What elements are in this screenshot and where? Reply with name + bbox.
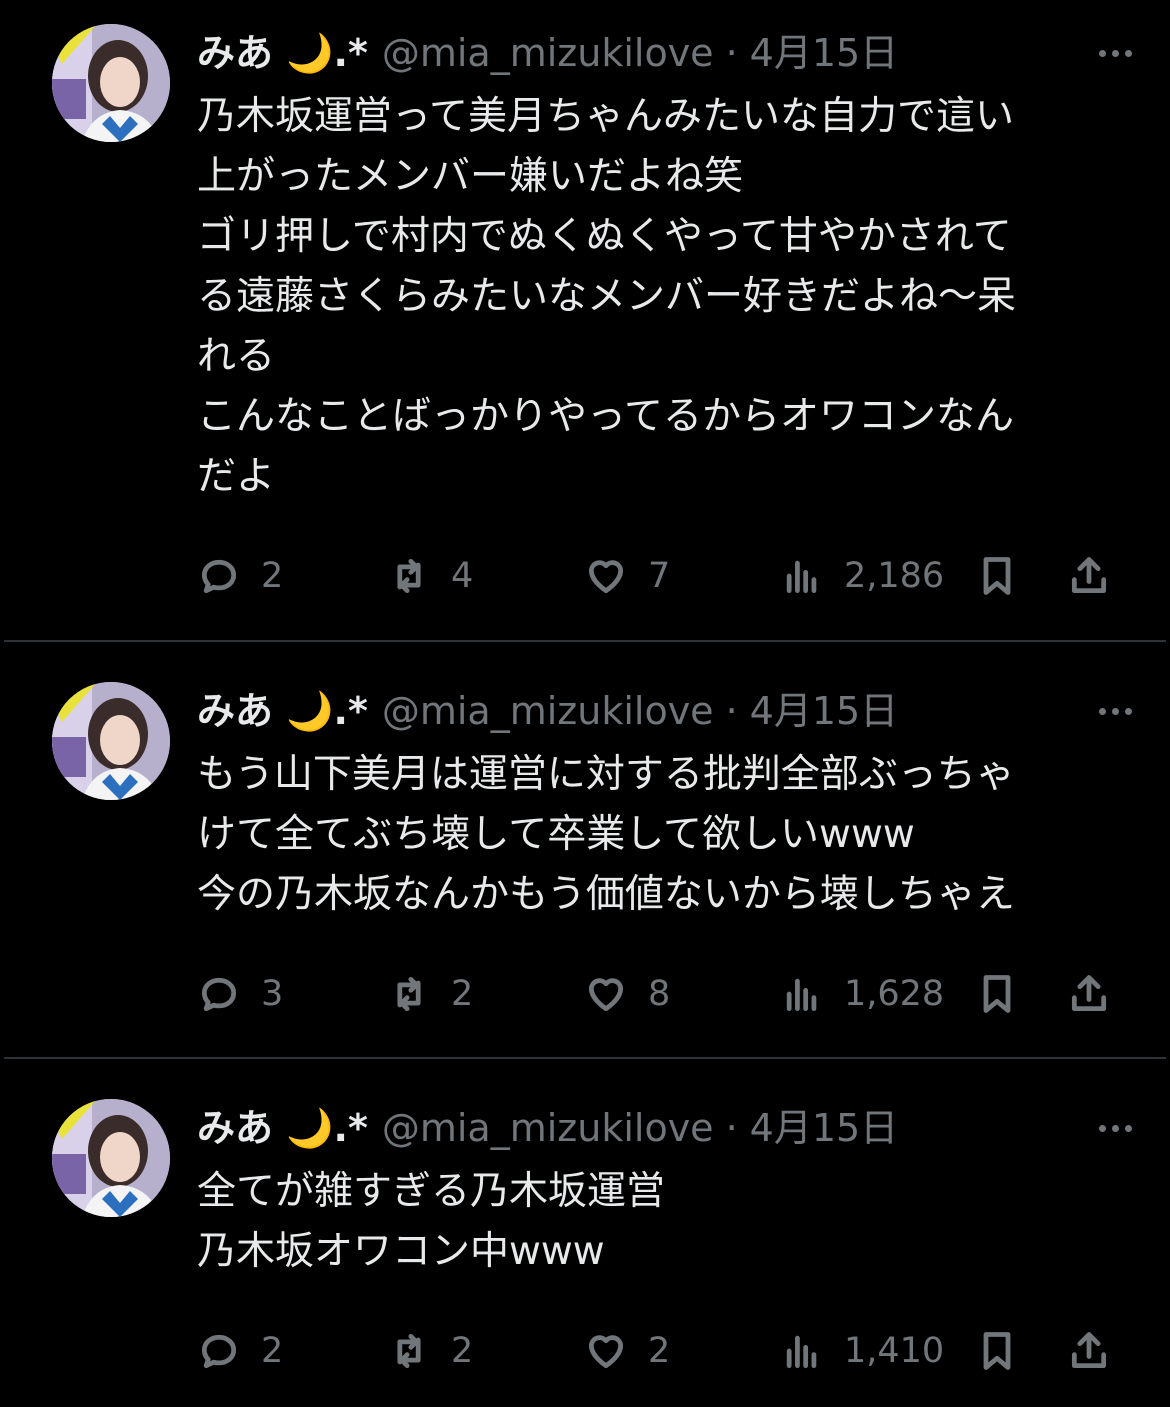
tweet[interactable]: みあ 🌙.* @mia_mizukilove · 4月15日 乃木坂運営って美月ちゃん… — [0, 0, 1170, 640]
view-count: 1,628 — [844, 974, 945, 1014]
retweet-count: 2 — [451, 1331, 474, 1371]
tweet[interactable]: みあ 🌙.* @mia_mizukilove · 4月15日 もう山下美月は運営に対す… — [0, 658, 1170, 1058]
share-button[interactable] — [1067, 548, 1111, 604]
like-button[interactable]: 2 — [584, 1323, 670, 1379]
views-icon — [786, 560, 817, 594]
bookmark-icon — [983, 975, 1011, 1013]
view-count: 2,186 — [844, 556, 945, 596]
tweet-actions: 3 2 8 1,628 — [197, 966, 1127, 1022]
retweet-icon — [397, 1333, 421, 1369]
divider — [4, 1057, 1166, 1059]
heart-icon — [588, 978, 624, 1012]
divider — [4, 640, 1166, 642]
tweet-text: もう山下美月は運営に対する批判全部ぶっちゃ けて全てぶち壊して卒業して欲しいww… — [197, 752, 1015, 917]
display-name[interactable]: みあ 🌙.* — [197, 1106, 368, 1150]
like-button[interactable]: 8 — [584, 966, 670, 1022]
more-icon[interactable] — [1090, 28, 1140, 78]
like-count: 8 — [648, 974, 671, 1014]
view-count: 1,410 — [844, 1331, 945, 1371]
more-icon[interactable] — [1090, 686, 1140, 736]
retweet-button[interactable]: 4 — [387, 548, 473, 604]
heart-icon — [588, 560, 624, 594]
tweet-date[interactable]: 4月15日 — [750, 1106, 899, 1150]
tweet-header: みあ 🌙.* @mia_mizukilove · 4月15日 — [197, 28, 1130, 78]
like-count: 2 — [648, 1331, 671, 1371]
views-button[interactable]: 1,410 — [780, 1323, 944, 1379]
avatar-image — [52, 24, 170, 142]
reply-icon — [201, 1334, 237, 1369]
tweet-date[interactable]: 4月15日 — [750, 689, 899, 733]
tweet-text: 乃木坂運営って美月ちゃんみたいな自力で這い 上がったメンバー嫌いだよね笑 ゴリ押… — [197, 94, 1017, 499]
bookmark-icon — [983, 1332, 1011, 1370]
bookmark-button[interactable] — [975, 966, 1019, 1022]
reply-button[interactable]: 3 — [197, 966, 283, 1022]
retweet-icon — [397, 976, 421, 1012]
display-name[interactable]: みあ 🌙.* — [197, 31, 368, 75]
tweet[interactable]: みあ 🌙.* @mia_mizukilove · 4月15日 全てが雑すぎる乃木坂運営… — [0, 1075, 1170, 1407]
views-icon — [786, 978, 817, 1012]
user-handle[interactable]: @mia_mizukilove — [382, 31, 714, 75]
user-handle[interactable]: @mia_mizukilove — [382, 689, 714, 733]
separator: · — [725, 689, 738, 733]
share-icon — [1071, 975, 1107, 1012]
tweet-header: みあ 🌙.* @mia_mizukilove · 4月15日 — [197, 686, 1130, 736]
separator: · — [725, 1106, 738, 1150]
more-icon[interactable] — [1090, 1103, 1140, 1153]
retweet-count: 2 — [451, 974, 474, 1014]
bookmark-icon — [983, 557, 1011, 595]
like-button[interactable]: 7 — [584, 548, 670, 604]
heart-icon — [588, 1335, 624, 1369]
tweet-actions: 2 2 2 1,410 — [197, 1323, 1127, 1379]
share-icon — [1071, 557, 1107, 594]
bookmark-button[interactable] — [975, 548, 1019, 604]
avatar[interactable] — [52, 24, 170, 142]
reply-icon — [201, 977, 237, 1012]
retweet-button[interactable]: 2 — [387, 1323, 473, 1379]
retweet-count: 4 — [451, 556, 474, 596]
display-name[interactable]: みあ 🌙.* — [197, 689, 368, 733]
views-button[interactable]: 1,628 — [780, 966, 944, 1022]
tweet-text: 全てが雑すぎる乃木坂運営 乃木坂オワコン中www — [197, 1169, 666, 1274]
avatar-image — [52, 682, 170, 800]
separator: · — [725, 31, 738, 75]
tweet-header: みあ 🌙.* @mia_mizukilove · 4月15日 — [197, 1103, 1130, 1153]
retweet-icon — [397, 558, 421, 594]
reply-count: 3 — [261, 974, 284, 1014]
avatar[interactable] — [52, 682, 170, 800]
reply-count: 2 — [261, 1331, 284, 1371]
share-button[interactable] — [1067, 1323, 1111, 1379]
reply-icon — [201, 559, 237, 594]
views-icon — [786, 1335, 817, 1369]
share-icon — [1071, 1332, 1107, 1369]
reply-count: 2 — [261, 556, 284, 596]
avatar-image — [52, 1099, 170, 1217]
views-button[interactable]: 2,186 — [780, 548, 944, 604]
like-count: 7 — [648, 556, 671, 596]
tweet-date[interactable]: 4月15日 — [750, 31, 899, 75]
bookmark-button[interactable] — [975, 1323, 1019, 1379]
tweet-actions: 2 4 7 2,186 — [197, 548, 1127, 604]
reply-button[interactable]: 2 — [197, 548, 283, 604]
retweet-button[interactable]: 2 — [387, 966, 473, 1022]
reply-button[interactable]: 2 — [197, 1323, 283, 1379]
share-button[interactable] — [1067, 966, 1111, 1022]
avatar[interactable] — [52, 1099, 170, 1217]
user-handle[interactable]: @mia_mizukilove — [382, 1106, 714, 1150]
